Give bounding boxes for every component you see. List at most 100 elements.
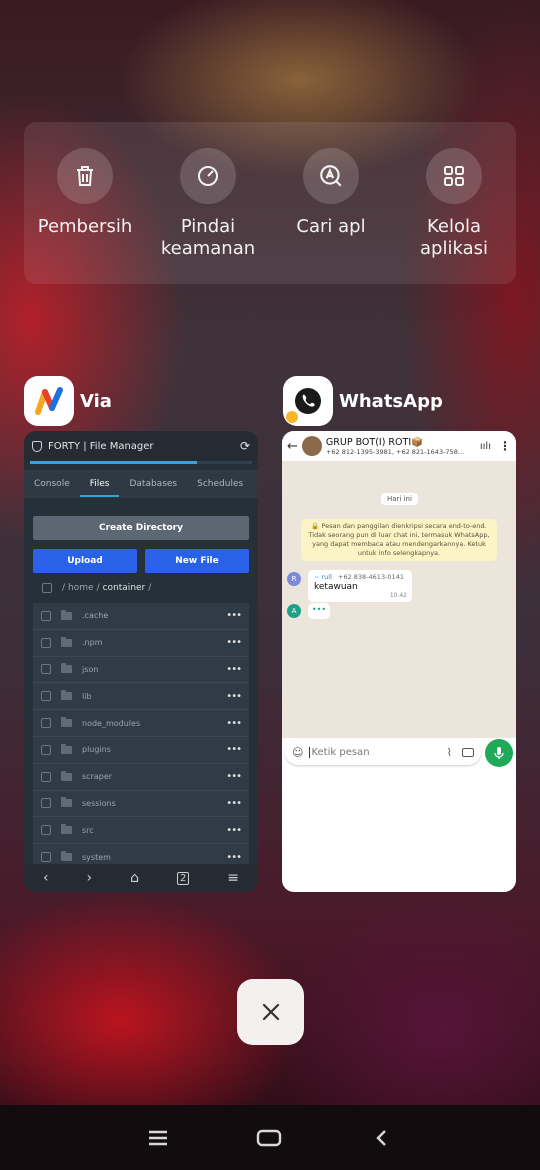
mic-button[interactable]: [485, 739, 513, 767]
message-placeholder: Ketik pesan: [309, 746, 446, 758]
cleaner-action[interactable]: Pembersih: [25, 148, 145, 238]
encryption-notice[interactable]: 🔒 Pesan dan panggilan dienkripsi secara …: [301, 519, 497, 561]
back-arrow-icon[interactable]: ←: [287, 439, 298, 454]
lock-badge-icon: [285, 410, 299, 424]
menu-icon: [149, 1130, 167, 1146]
list-item[interactable]: .npm •••: [33, 630, 249, 657]
sender-avatar[interactable]: R: [287, 572, 301, 586]
fm-title: FORTY | File Manager: [48, 440, 154, 452]
more-icon[interactable]: •••: [226, 825, 242, 836]
folder-name: node_modules: [82, 718, 141, 728]
list-item[interactable]: plugins •••: [33, 737, 249, 764]
via-app-header[interactable]: Via: [24, 376, 112, 426]
message-bubble[interactable]: ~ rull +62 838-4613-0141 ketawuan 10.42: [308, 570, 412, 602]
more-icon[interactable]: •••: [226, 664, 242, 675]
breadcrumb-home[interactable]: home: [68, 583, 94, 593]
group-name: GRUP BOT(I) ROTI📦: [325, 436, 423, 448]
message-input[interactable]: ☺ Ketik pesan ⌇: [285, 739, 481, 765]
list-item[interactable]: node_modules •••: [33, 710, 249, 737]
row-checkbox[interactable]: [41, 852, 51, 863]
group-members: +62 812-1395-3981, +62 821-1643-758…: [325, 447, 465, 456]
whatsapp-app-header[interactable]: WhatsApp: [283, 376, 443, 426]
list-item[interactable]: lib •••: [33, 683, 249, 711]
create-directory-button[interactable]: Create Directory: [33, 516, 249, 540]
recents-button[interactable]: [145, 1125, 171, 1151]
more-icon[interactable]: •••: [226, 610, 242, 621]
more-icon[interactable]: •••: [226, 637, 242, 648]
tab-console[interactable]: Console: [24, 479, 80, 489]
tab-schedules[interactable]: Schedules: [187, 479, 253, 489]
camera-icon[interactable]: [462, 747, 474, 757]
attach-icon[interactable]: ⌇: [447, 746, 452, 759]
tabs-icon[interactable]: 2: [176, 871, 190, 885]
more-icon[interactable]: •••: [226, 798, 242, 809]
security-scan-label: Pindai keamanan: [160, 216, 256, 259]
search-app-action[interactable]: Cari apl: [271, 148, 391, 238]
security-scan-action[interactable]: Pindai keamanan: [148, 148, 268, 260]
row-checkbox[interactable]: [41, 798, 51, 809]
breadcrumb-sep: /: [62, 583, 66, 593]
cleaner-label: Pembersih: [37, 216, 133, 237]
more-options-icon[interactable]: ⋮: [499, 439, 511, 453]
upload-button[interactable]: Upload: [33, 549, 137, 573]
close-icon: [262, 1003, 279, 1021]
group-avatar[interactable]: [301, 436, 322, 456]
folder-name: .cache: [82, 611, 109, 621]
tab-databases[interactable]: Databases: [119, 479, 187, 489]
list-item[interactable]: sessions •••: [33, 791, 249, 818]
trash-icon: [57, 148, 113, 204]
more-icon[interactable]: •••: [226, 691, 242, 702]
more-icon[interactable]: •••: [226, 744, 242, 755]
tab-files[interactable]: Files: [79, 479, 120, 497]
chat-title[interactable]: GRUP BOT(I) ROTI📦 +62 812-1395-3981, +62…: [326, 437, 472, 456]
more-icon[interactable]: •••: [226, 852, 242, 863]
message-time: 10.42: [389, 592, 407, 599]
folder-name: json: [82, 664, 99, 674]
row-checkbox[interactable]: [41, 771, 51, 782]
back-button[interactable]: [368, 1125, 394, 1151]
folder-name: src: [82, 825, 94, 835]
breadcrumb-sep: /: [96, 583, 100, 593]
typing-indicator: •••: [308, 603, 330, 619]
list-item[interactable]: scraper •••: [33, 764, 249, 791]
back-icon: [376, 1130, 386, 1146]
date-chip: Hari ini: [381, 493, 418, 505]
home-button[interactable]: [256, 1125, 282, 1151]
list-item[interactable]: json •••: [33, 657, 249, 684]
list-item[interactable]: src •••: [33, 817, 249, 845]
menu-icon[interactable]: ≡: [227, 870, 239, 886]
more-icon[interactable]: •••: [226, 771, 242, 782]
new-file-button[interactable]: New File: [145, 549, 249, 573]
folder-icon: [61, 663, 72, 674]
row-checkbox[interactable]: [41, 664, 51, 675]
breadcrumb-container[interactable]: container: [103, 583, 146, 593]
manage-apps-action[interactable]: Kelola aplikasi: [394, 148, 514, 260]
more-icon[interactable]: •••: [226, 718, 242, 729]
home-icon[interactable]: ⌂: [130, 870, 139, 886]
list-item[interactable]: .cache •••: [33, 603, 249, 630]
voice-chat-icon[interactable]: ıılı: [480, 441, 491, 452]
close-all-button[interactable]: [237, 979, 304, 1045]
typing-avatar: A: [287, 604, 301, 618]
folder-icon: [61, 609, 72, 620]
folder-icon: [61, 636, 72, 647]
refresh-icon[interactable]: ⟳: [240, 439, 250, 453]
select-all-checkbox[interactable]: [42, 583, 52, 593]
row-checkbox[interactable]: [41, 637, 51, 648]
via-recent-card[interactable]: FORTY | File Manager ⟳ Console Files Dat…: [24, 431, 258, 892]
row-checkbox[interactable]: [41, 718, 51, 729]
row-checkbox[interactable]: [41, 691, 51, 702]
emoji-icon[interactable]: ☺: [292, 746, 303, 759]
row-checkbox[interactable]: [41, 610, 51, 621]
back-icon[interactable]: ‹: [43, 870, 49, 886]
forward-icon[interactable]: ›: [87, 870, 93, 886]
shield-icon: [32, 440, 42, 452]
row-checkbox[interactable]: [41, 744, 51, 755]
row-checkbox[interactable]: [41, 825, 51, 836]
folder-icon: [61, 717, 72, 728]
sender-name: ~ rull: [314, 573, 332, 581]
whatsapp-recent-card[interactable]: ← GRUP BOT(I) ROTI📦 +62 812-1395-3981, +…: [282, 431, 516, 892]
folder-icon: [61, 770, 72, 781]
fm-tabs: Console Files Databases Schedules: [24, 470, 258, 498]
folder-name: sessions: [82, 798, 116, 808]
